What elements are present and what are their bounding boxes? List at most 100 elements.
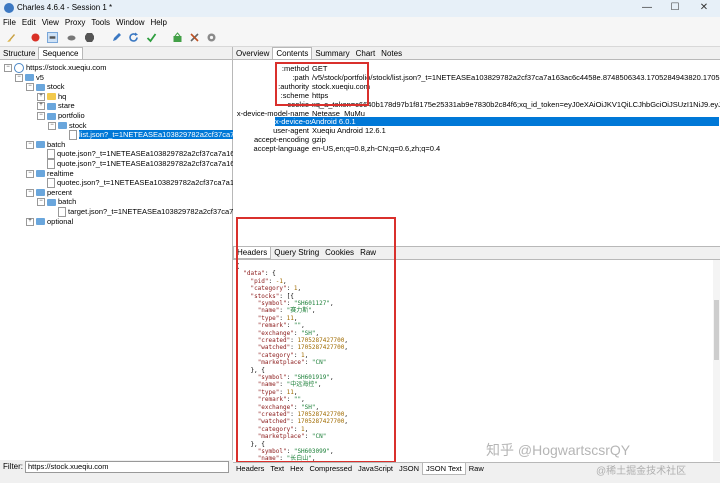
tree-node[interactable]: + optional [26, 217, 73, 227]
folder-icon [47, 102, 56, 110]
folder-icon [47, 93, 56, 101]
tools-icon[interactable] [189, 32, 200, 43]
left-tabs: Structure Sequence [0, 47, 232, 60]
header-value: gzip [312, 135, 326, 145]
tree-node-label: v5 [36, 72, 44, 82]
menu-proxy[interactable]: Proxy [62, 17, 88, 28]
tab-contents[interactable]: Contents [272, 47, 313, 59]
record-icon[interactable] [30, 32, 41, 43]
tree-node[interactable]: list.json?_t=1NETEASEa103829782a2cf37ca7… [59, 130, 261, 141]
header-value: en-US,en;q=0.8,zh-CN;q=0.6,zh;q=0.4 [312, 144, 441, 154]
scrollbar-thumb[interactable] [714, 300, 719, 360]
tab-structure[interactable]: Structure [0, 48, 38, 59]
expand-icon[interactable]: + [26, 217, 34, 226]
tree-node[interactable]: + hq [37, 92, 66, 102]
folder-icon [36, 83, 45, 91]
tree-node[interactable]: − batch [26, 140, 65, 150]
tab-chart[interactable]: Chart [353, 48, 379, 59]
tree-node[interactable]: quotec.json?_t=1NETEASEa103829782a2cf37c… [37, 178, 251, 189]
menu-tools[interactable]: Tools [88, 17, 113, 28]
collapse-icon[interactable]: − [26, 169, 34, 178]
breakpoint-icon[interactable] [84, 32, 95, 43]
tree-node[interactable]: quote.json?_t=1NETEASEa103829782a2cf37ca… [37, 159, 247, 170]
filter-input[interactable]: https://stock.xueqiu.com [25, 461, 229, 473]
tree-node[interactable]: − portfolio [37, 111, 85, 121]
watermark-zhihu: 知乎 @HogwartscsrQY [486, 442, 631, 458]
folder-icon [47, 198, 56, 206]
document-icon [47, 178, 55, 189]
check-icon[interactable] [146, 32, 157, 43]
charles-app-icon [4, 3, 14, 13]
tab-json-text[interactable]: JSON Text [422, 463, 466, 475]
tree-node[interactable]: − percent [26, 188, 72, 198]
tree-node-label: batch [58, 197, 77, 207]
menu-window[interactable]: Window [113, 17, 147, 28]
minimize-button[interactable]: — [633, 0, 661, 17]
basket-icon[interactable] [172, 32, 183, 43]
tree-node[interactable]: − realtime [26, 169, 74, 179]
collapse-icon[interactable]: − [37, 198, 45, 207]
broom-icon[interactable] [6, 32, 17, 43]
tree-node[interactable]: − https://stock.xueqiu.com [4, 63, 107, 74]
folder-icon [36, 218, 45, 226]
menu-view[interactable]: View [39, 17, 62, 28]
tree-node[interactable]: − batch [37, 197, 76, 207]
tab-javascript[interactable]: JavaScript [355, 463, 396, 474]
watermark-juejin: @稀土掘金技术社区 [596, 466, 687, 477]
header-row[interactable]: x-device-os Android 6.0.1 [233, 117, 720, 127]
tree-node-label: quotec.json?_t=1NETEASEa103829782a2cf37c… [57, 178, 251, 188]
tab-hex[interactable]: Hex [287, 463, 306, 474]
tree-node-label: stare [58, 101, 75, 111]
expand-icon[interactable]: + [37, 92, 45, 101]
structure-pane: Structure Sequence − https://stock.xueqiu.… [0, 47, 261, 460]
header-name: user-agent [273, 126, 309, 136]
tree-node[interactable]: quote.json?_t=1NETEASEa103829782a2cf37ca… [37, 149, 247, 160]
menu-help[interactable]: Help [147, 17, 169, 28]
refresh-icon[interactable] [128, 32, 139, 43]
maximize-button[interactable]: ☐ [661, 0, 689, 17]
header-row[interactable]: accept-encoding gzip [233, 135, 720, 144]
collapse-icon[interactable]: − [48, 121, 56, 130]
pen-icon[interactable] [111, 32, 122, 43]
header-row[interactable]: user-agent Xueqiu Android 12.6.1 [233, 126, 720, 135]
header-value: Netease_MuMu [312, 108, 365, 118]
turtle-icon[interactable] [66, 32, 77, 43]
throttle-icon[interactable] [47, 32, 58, 43]
filter-bar: Filter: https://stock.xueqiu.com [0, 460, 232, 473]
tab-headers[interactable]: Headers [233, 463, 267, 474]
header-value: /v5/stock/portfolio/stock/list.json?_t=1… [312, 72, 720, 82]
tree-node[interactable]: + stare [37, 101, 75, 111]
menu-edit[interactable]: Edit [19, 17, 39, 28]
collapse-icon[interactable]: − [26, 140, 34, 149]
menu-file[interactable]: File [0, 17, 19, 28]
tree-node[interactable]: − v5 [15, 73, 44, 83]
folder-icon [36, 189, 45, 197]
collapse-icon[interactable]: − [4, 64, 12, 73]
collapse-icon[interactable]: − [15, 73, 23, 82]
tab-text[interactable]: Text [267, 463, 287, 474]
expand-icon[interactable]: + [37, 102, 45, 111]
tree-node[interactable]: − stock [26, 82, 65, 92]
header-value: Android 6.0.1 [311, 117, 719, 127]
filter-label: Filter: [3, 462, 23, 471]
header-name: x-device-os [275, 117, 314, 127]
collapse-icon[interactable]: − [26, 188, 34, 197]
close-button[interactable]: ✕ [690, 0, 718, 17]
tab-overview[interactable]: Overview [233, 48, 272, 59]
header-row[interactable]: accept-language en-US,en;q=0.8,zh-CN;q=0.… [233, 144, 720, 153]
tab-compressed[interactable]: Compressed [306, 463, 355, 474]
tree-node-label: https://stock.xueqiu.com [26, 63, 107, 72]
tree-node[interactable]: − stock [48, 121, 87, 131]
json-scrollbar[interactable] [713, 260, 720, 461]
tab-raw[interactable]: Raw [466, 463, 487, 474]
header-value: Xueqiu Android 12.6.1 [312, 126, 386, 136]
collapse-icon[interactable]: − [37, 112, 45, 121]
settings-icon[interactable] [206, 32, 217, 43]
collapse-icon[interactable]: − [26, 83, 34, 92]
tree-node[interactable]: target.json?_t=1NETEASEa103829782a2cf37c… [48, 207, 246, 218]
tab-sequence[interactable]: Sequence [38, 47, 83, 59]
tab-notes[interactable]: Notes [378, 48, 405, 59]
tab-summary[interactable]: Summary [312, 48, 352, 59]
tab-json[interactable]: JSON [396, 463, 422, 474]
header-row[interactable]: x-device-model-name Netease_MuMu [233, 109, 720, 118]
